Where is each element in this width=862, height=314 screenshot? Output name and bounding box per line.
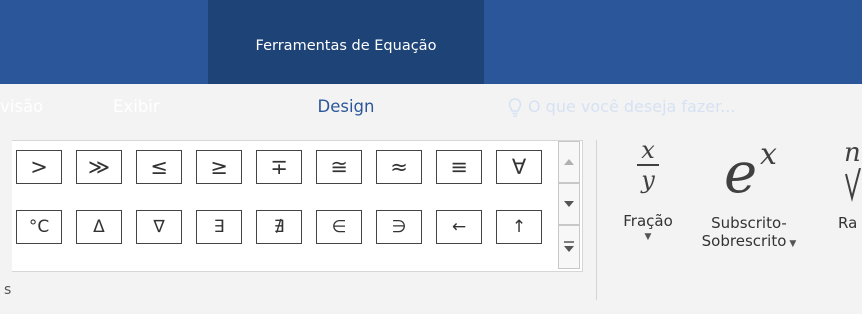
fraction-button[interactable]: x y Fração ▼ — [612, 138, 684, 242]
lightbulb-icon — [508, 97, 528, 117]
fraction-denominator: y — [641, 166, 655, 194]
caret-down-icon — [564, 201, 574, 207]
tell-me-box[interactable]: O que você deseja fazer... — [508, 84, 735, 130]
symbol-contains-member[interactable]: ∋ — [376, 210, 422, 244]
tab-review[interactable]: visão — [0, 84, 43, 130]
radical-button[interactable]: n Ra — [838, 138, 862, 232]
symbol-less-equal[interactable]: ≤ — [136, 150, 182, 184]
equation-tools-label: Ferramentas de Equação — [255, 38, 437, 54]
symbol-nabla[interactable]: ∇ — [136, 210, 182, 244]
symbol-almost-equal[interactable]: ≈ — [376, 150, 422, 184]
symbol-identical[interactable]: ≡ — [436, 150, 482, 184]
symbol-greater-than[interactable]: > — [16, 150, 62, 184]
symbol-increment[interactable]: Δ — [76, 210, 122, 244]
fraction-numerator: x — [641, 136, 655, 164]
symbol-congruent[interactable]: ≅ — [316, 150, 362, 184]
symbol-element-of[interactable]: ∈ — [316, 210, 362, 244]
script-label-line2: Sobrescrito — [701, 232, 787, 250]
symbol-degrees-celsius[interactable]: °C — [16, 210, 62, 244]
gallery-scroll-up[interactable] — [558, 141, 580, 183]
symbol-greater-equal[interactable]: ≥ — [196, 150, 242, 184]
tell-me-text: O que você deseja fazer... — [528, 97, 736, 116]
script-exponent: x — [760, 137, 777, 172]
caret-up-icon — [564, 159, 574, 165]
symbol-not-exists[interactable]: ∄ — [256, 210, 302, 244]
script-button[interactable]: e x Subscrito- Sobrescrito ▼ — [694, 138, 804, 251]
radical-label: Ra — [838, 214, 858, 232]
gallery-more-button[interactable] — [558, 225, 580, 269]
group-separator — [596, 140, 597, 300]
symbol-left-arrow[interactable]: ← — [436, 210, 482, 244]
radical-icon — [838, 167, 862, 214]
script-label-line1: Subscrito- — [711, 214, 787, 232]
gallery-scroll-down[interactable] — [558, 183, 580, 225]
tab-view[interactable]: Exibir — [113, 84, 160, 130]
fraction-label: Fração — [623, 212, 673, 230]
script-base: e — [724, 141, 758, 206]
script-preview: e x — [694, 138, 804, 214]
radical-index: n — [844, 138, 861, 168]
symbol-up-arrow[interactable]: ↑ — [496, 210, 542, 244]
caret-down-icon: ▼ — [789, 239, 797, 249]
more-icon — [564, 241, 574, 252]
symbol-minus-plus[interactable]: ∓ — [256, 150, 302, 184]
caret-down-icon: ▼ — [644, 232, 652, 242]
symbols-group-label: s — [4, 282, 12, 298]
symbol-much-greater-than[interactable]: ≫ — [76, 150, 122, 184]
tab-design[interactable]: Design — [208, 84, 484, 130]
symbol-for-all[interactable]: ∀ — [496, 150, 542, 184]
symbol-exists[interactable]: ∃ — [196, 210, 242, 244]
